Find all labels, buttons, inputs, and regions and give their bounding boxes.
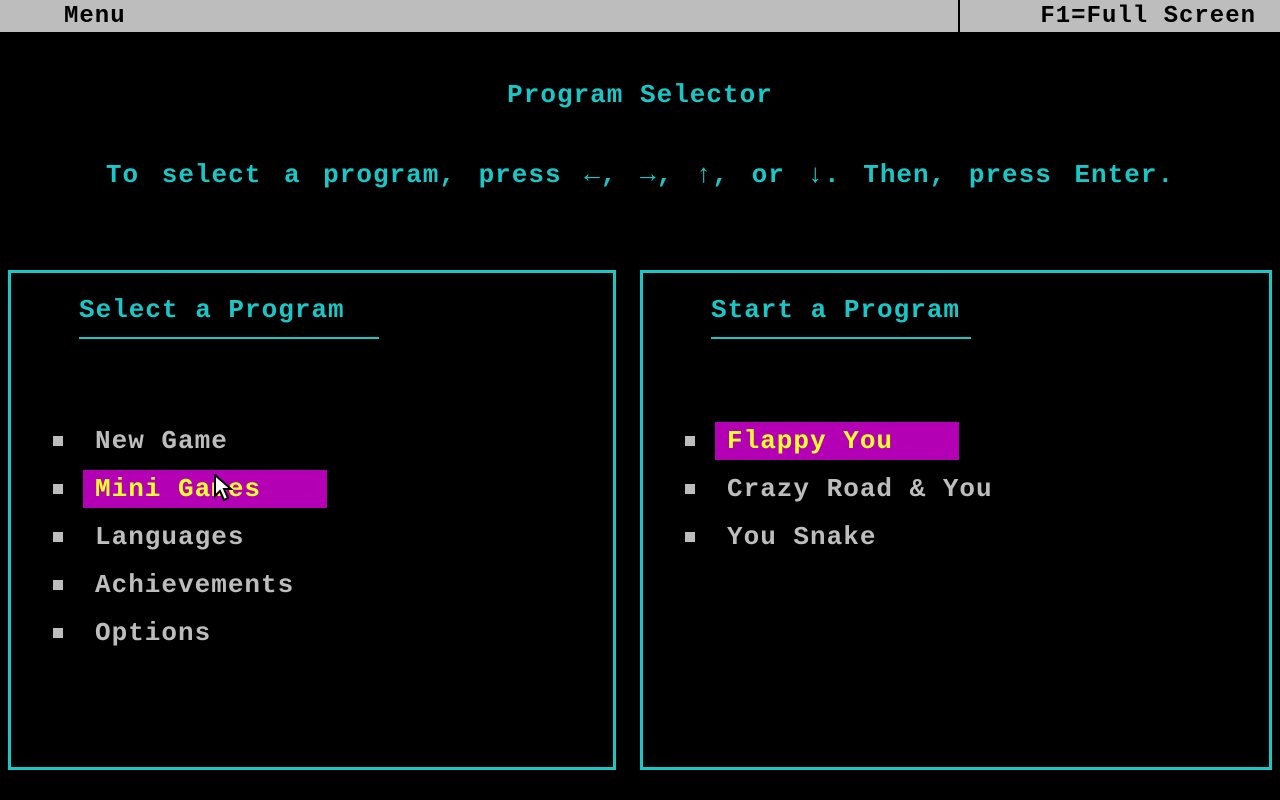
menu-button[interactable]: Menu <box>64 3 126 30</box>
bullet-icon <box>53 580 63 590</box>
menubar-separator <box>958 0 960 32</box>
start-program-panel: Start a Program Flappy You Crazy Road & Y… <box>640 270 1272 770</box>
select-program-list: New Game Mini Games Languages Achievements O… <box>11 417 613 657</box>
list-item-label: Achievements <box>83 566 306 604</box>
list-item[interactable]: Languages <box>11 513 613 561</box>
heading-rule <box>79 337 379 339</box>
list-item[interactable]: Mini Games <box>11 465 613 513</box>
list-item-label: Mini Games <box>83 470 327 508</box>
bullet-icon <box>53 532 63 542</box>
bullet-icon <box>53 484 63 494</box>
start-program-list: Flappy You Crazy Road & You You Snake <box>643 417 1269 561</box>
list-item[interactable]: Flappy You <box>643 417 1269 465</box>
list-item-label: Options <box>83 614 223 652</box>
fullscreen-hint[interactable]: F1=Full Screen <box>1040 3 1256 30</box>
bullet-icon <box>685 436 695 446</box>
page-title: Program Selector <box>0 80 1280 110</box>
instruction-text: To select a program, press ←, →, ↑, or ↓… <box>0 160 1280 190</box>
select-program-panel: Select a Program New Game Mini Games Langu… <box>8 270 616 770</box>
list-item[interactable]: You Snake <box>643 513 1269 561</box>
menubar: Menu F1=Full Screen <box>0 0 1280 32</box>
list-item[interactable]: Crazy Road & You <box>643 465 1269 513</box>
bullet-icon <box>53 436 63 446</box>
heading-rule <box>711 337 971 339</box>
list-item-label: Crazy Road & You <box>715 470 1005 508</box>
list-item-label: You Snake <box>715 518 888 556</box>
select-program-heading: Select a Program <box>79 295 613 325</box>
list-item-label: Flappy You <box>715 422 959 460</box>
start-program-heading: Start a Program <box>711 295 1269 325</box>
list-item[interactable]: New Game <box>11 417 613 465</box>
bullet-icon <box>685 484 695 494</box>
list-item[interactable]: Achievements <box>11 561 613 609</box>
bullet-icon <box>685 532 695 542</box>
list-item-label: Languages <box>83 518 256 556</box>
bullet-icon <box>53 628 63 638</box>
list-item[interactable]: Options <box>11 609 613 657</box>
list-item-label: New Game <box>83 422 240 460</box>
